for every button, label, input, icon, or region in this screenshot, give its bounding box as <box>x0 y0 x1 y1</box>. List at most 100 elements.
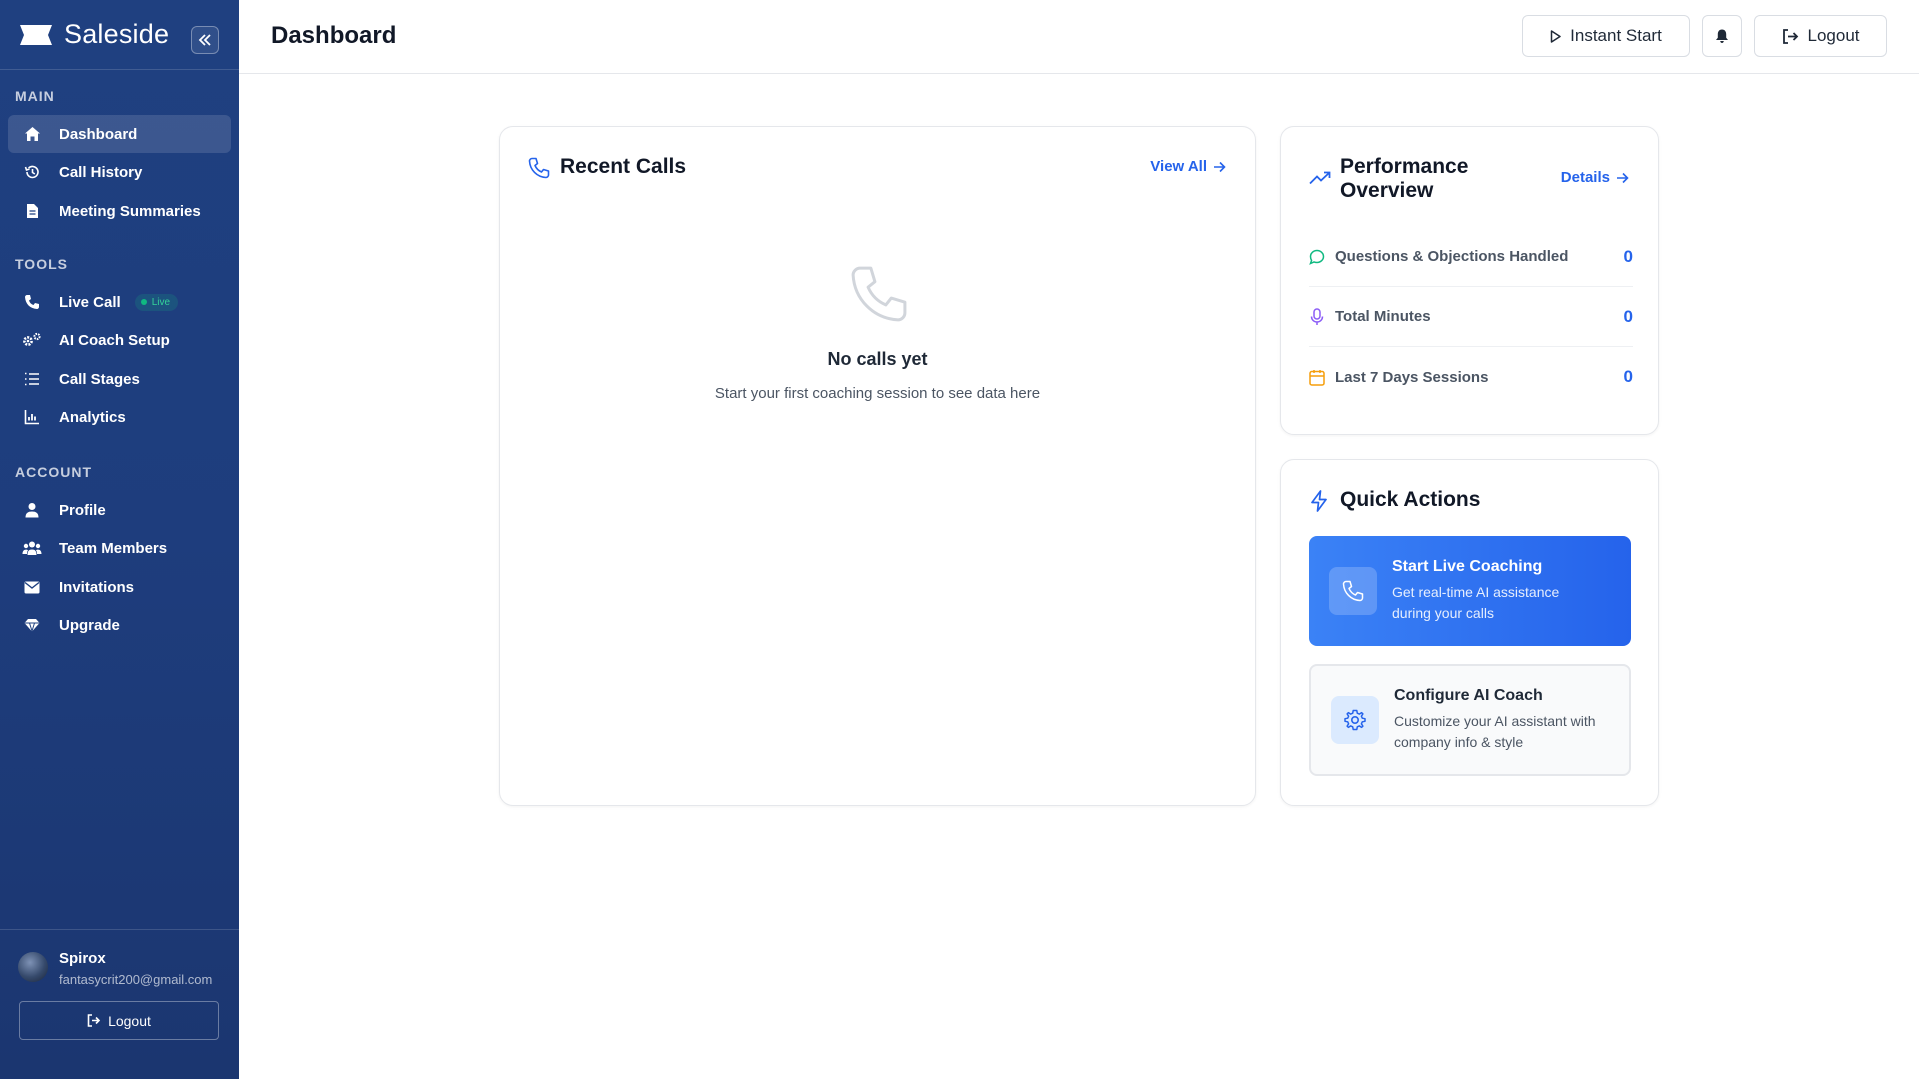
start-live-coaching-description: Get real-time AI assistance during your … <box>1392 584 1560 621</box>
logout-button[interactable]: Logout <box>1754 15 1887 57</box>
details-link[interactable]: Details <box>1561 169 1629 186</box>
sidebar-item-label: Dashboard <box>59 125 138 143</box>
user-name: Spirox <box>59 950 106 967</box>
sidebar-item-meeting-summaries[interactable]: Meeting Summaries <box>8 192 231 230</box>
metric-row-total-minutes: Total Minutes 0 <box>1309 287 1633 347</box>
sidebar-item-label: Invitations <box>59 578 135 596</box>
sidebar-item-live-call[interactable]: Live Call Live <box>8 283 231 321</box>
sidebar-item-analytics[interactable]: Analytics <box>8 398 231 436</box>
users-icon <box>22 538 42 558</box>
performance-title: Performance Overview <box>1340 155 1469 202</box>
brand: Saleside <box>0 0 239 70</box>
sidebar: Saleside MAIN Dashboard Call History Mee… <box>0 0 239 1079</box>
sidebar-item-upgrade[interactable]: Upgrade <box>8 606 231 644</box>
microphone-icon <box>1310 307 1324 325</box>
history-icon <box>22 162 42 182</box>
sidebar-item-label: Call History <box>59 163 143 181</box>
home-icon <box>22 124 42 144</box>
list-icon <box>22 369 42 389</box>
sidebar-item-ai-coach-setup[interactable]: AI Coach Setup <box>8 321 231 359</box>
sidebar-item-label: Team Members <box>59 539 168 557</box>
start-live-coaching-button[interactable]: Start Live Coaching Get real-time AI ass… <box>1309 536 1631 646</box>
sidebar-footer: Spirox fantasycrit200@gmail.com Logout <box>0 929 239 1079</box>
section-title-tools: TOOLS <box>15 256 68 272</box>
arrow-right-icon <box>1617 172 1629 183</box>
metric-value: 0 <box>1623 306 1633 326</box>
bell-icon <box>1716 29 1728 43</box>
section-title-main: MAIN <box>15 88 55 104</box>
view-all-link[interactable]: View All <box>1150 158 1226 175</box>
brand-name: Saleside <box>64 19 170 49</box>
performance-overview-card: Performance Overview Details Questions &… <box>1280 126 1659 435</box>
details-label: Details <box>1560 169 1610 186</box>
notifications-button[interactable] <box>1702 15 1742 57</box>
top-header: Dashboard Instant Start Logout <box>239 0 1919 74</box>
sidebar-item-dashboard[interactable]: Dashboard <box>8 115 231 153</box>
metric-value: 0 <box>1623 246 1633 266</box>
user-email: fantasycrit200@gmail.com <box>59 972 213 987</box>
quick-actions-title: Quick Actions <box>1340 488 1481 511</box>
page-title: Dashboard <box>271 22 397 49</box>
chevrons-left-icon <box>198 34 211 46</box>
document-icon <box>22 201 42 221</box>
phone-icon <box>22 292 42 312</box>
metric-label: Total Minutes <box>1335 308 1431 325</box>
sidebar-item-label: Meeting Summaries <box>59 202 201 220</box>
start-live-coaching-title: Start Live Coaching <box>1392 558 1543 575</box>
chat-icon <box>1309 249 1325 265</box>
view-all-label: View All <box>1150 158 1207 175</box>
avatar[interactable] <box>18 952 48 982</box>
metric-label: Last 7 Days Sessions <box>1335 368 1489 386</box>
sidebar-item-invitations[interactable]: Invitations <box>8 568 231 606</box>
play-icon <box>1550 29 1561 43</box>
recent-calls-title: Recent Calls <box>560 155 687 178</box>
cogs-icon <box>22 330 42 350</box>
quick-actions-card: Quick Actions Start Live Coaching Get re… <box>1280 459 1659 806</box>
metric-row-last-7-days: Last 7 Days Sessions 0 <box>1309 347 1633 407</box>
logout-icon <box>87 1014 101 1027</box>
live-badge-text: Live <box>151 296 171 308</box>
instant-start-button[interactable]: Instant Start <box>1522 15 1690 57</box>
gem-icon <box>22 615 42 635</box>
sidebar-logout-button[interactable]: Logout <box>19 1001 219 1040</box>
metric-label: Questions & Objections Handled <box>1335 248 1569 265</box>
phone-outline-icon <box>528 157 550 179</box>
logout-icon <box>1782 28 1798 44</box>
user-icon <box>22 500 42 520</box>
brand-logo-icon <box>20 24 52 45</box>
sidebar-item-label: Live Call <box>59 293 121 311</box>
sidebar-item-label: Call Stages <box>59 370 140 388</box>
calendar-icon <box>1309 369 1325 386</box>
sidebar-item-label: AI Coach Setup <box>59 331 170 349</box>
sidebar-item-team-members[interactable]: Team Members <box>8 529 231 567</box>
empty-state-description: Start your first coaching session to see… <box>714 385 1041 402</box>
phone-icon <box>1329 567 1377 615</box>
sidebar-item-profile[interactable]: Profile <box>8 491 231 529</box>
empty-state-title: No calls yet <box>827 349 928 369</box>
live-dot-icon <box>140 299 147 305</box>
live-badge: Live <box>134 293 179 311</box>
lightning-icon <box>1311 490 1327 512</box>
bar-chart-icon <box>22 407 42 427</box>
logout-label: Logout <box>1807 26 1860 45</box>
sidebar-item-call-stages[interactable]: Call Stages <box>8 360 231 398</box>
sidebar-logout-label: Logout <box>108 1012 151 1029</box>
sidebar-item-call-history[interactable]: Call History <box>8 153 231 191</box>
sidebar-item-label: Analytics <box>59 408 126 426</box>
trending-up-icon <box>1309 171 1331 185</box>
sidebar-item-label: Profile <box>59 501 106 519</box>
gear-icon <box>1331 696 1379 744</box>
sidebar-item-label: Upgrade <box>59 616 120 634</box>
phone-empty-state-icon <box>851 266 907 322</box>
recent-calls-card: Recent Calls View All No calls yet Start… <box>499 126 1256 806</box>
configure-ai-coach-description: Customize your AI assistant with company… <box>1394 713 1596 750</box>
configure-ai-coach-title: Configure AI Coach <box>1394 687 1543 704</box>
configure-ai-coach-button[interactable]: Configure AI Coach Customize your AI ass… <box>1309 664 1631 776</box>
section-title-account: ACCOUNT <box>15 464 92 480</box>
metric-value: 0 <box>1623 367 1633 386</box>
collapse-sidebar-button[interactable] <box>191 26 219 54</box>
metric-row-questions: Questions & Objections Handled 0 <box>1309 227 1633 287</box>
instant-start-label: Instant Start <box>1570 26 1662 45</box>
envelope-icon <box>22 577 42 597</box>
arrow-right-icon <box>1214 161 1226 172</box>
